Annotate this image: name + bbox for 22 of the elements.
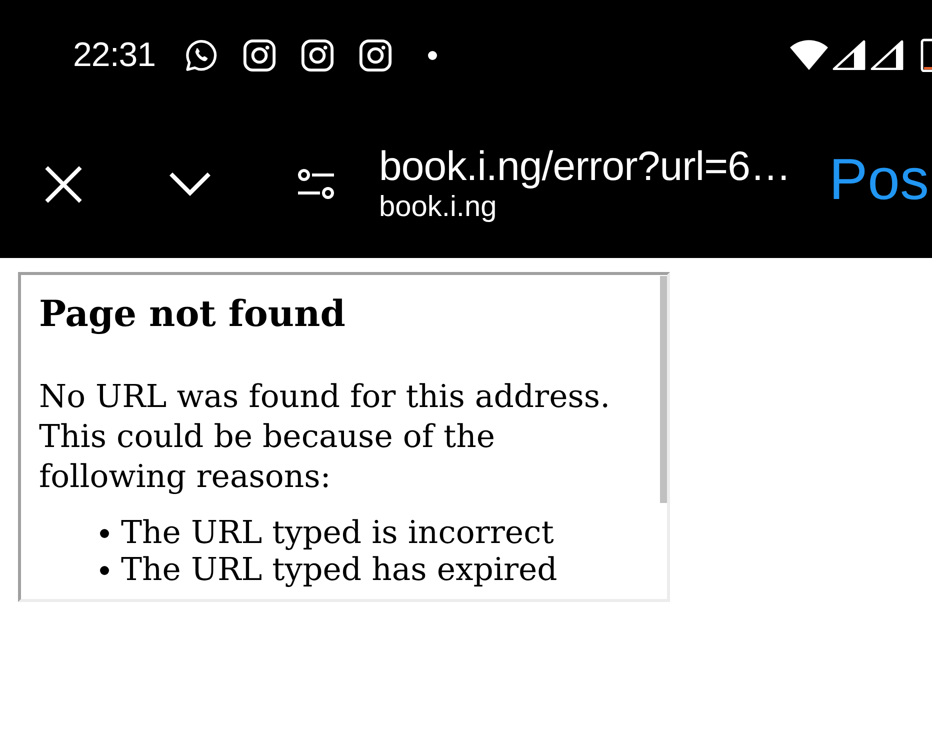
wifi-icon [790, 40, 828, 70]
bullet-icon [100, 529, 109, 538]
battery-icon [920, 38, 932, 72]
phone-bubble-icon [184, 38, 219, 72]
page-heading: Page not found [39, 292, 346, 337]
bullet-icon [100, 566, 109, 575]
error-message: No URL was found for this address. This could be because of the following reasons: [39, 378, 612, 497]
camera-icon [242, 38, 277, 72]
camera-icon [358, 38, 393, 72]
status-time: 22:31 [73, 35, 156, 75]
camera-icon [300, 38, 335, 72]
signal-icon [832, 40, 866, 70]
chevron-down-icon[interactable] [168, 171, 212, 197]
page-domain: book.i.ng [379, 190, 497, 225]
close-icon[interactable] [45, 166, 82, 202]
reason-item: The URL typed has expired [121, 552, 558, 589]
sliders-icon[interactable] [297, 168, 335, 200]
page-url-title: book.i.ng/error?url=6… [379, 143, 791, 189]
action-button[interactable]: Pos [829, 147, 929, 213]
signal-icon [870, 40, 904, 70]
reason-item: The URL typed is incorrect [121, 515, 554, 552]
dot-icon [428, 50, 437, 60]
